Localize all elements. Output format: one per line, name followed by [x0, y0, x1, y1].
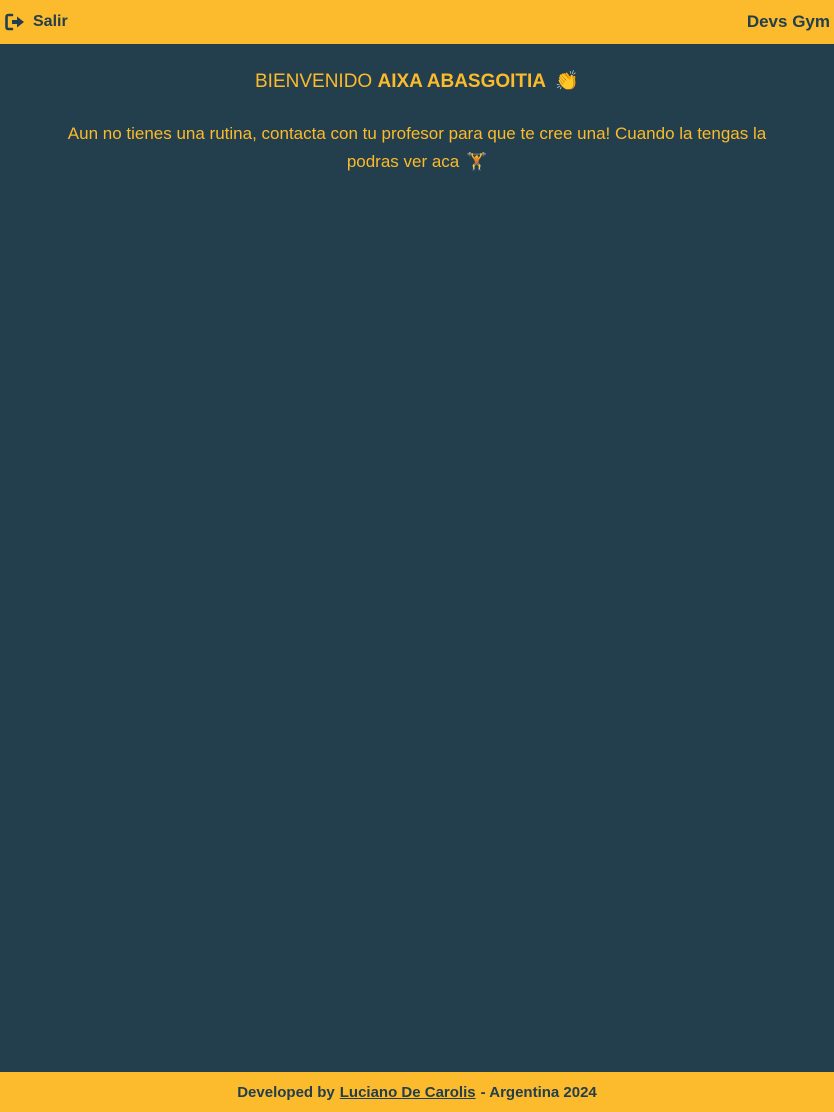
top-bar: Salir Devs Gym: [0, 0, 834, 44]
brand-name: Devs Gym: [746, 12, 830, 31]
no-routine-message: Aun no tienes una rutina, contacta con t…: [40, 120, 794, 176]
logout-button[interactable]: Salir: [4, 12, 68, 32]
footer: Developed by Luciano De Carolis - Argent…: [0, 1072, 834, 1112]
footer-prefix: Developed by: [237, 1083, 335, 1101]
no-routine-text: Aun no tienes una rutina, contacta con t…: [67, 124, 767, 171]
clapping-hands-icon: 👏: [555, 71, 579, 92]
logout-icon: [4, 12, 26, 32]
weightlifter-icon: 🏋: [466, 152, 488, 171]
footer-suffix: - Argentina 2024: [480, 1083, 597, 1101]
logout-label: Salir: [33, 13, 68, 30]
user-name: AIXA ABASGOITIA: [377, 71, 547, 92]
page: Salir Devs Gym BIENVENIDO AIXA ABASGOITI…: [0, 0, 834, 1112]
greeting-prefix: BIENVENIDO: [255, 71, 373, 92]
author-link[interactable]: Luciano De Carolis: [340, 1084, 476, 1101]
welcome-heading: BIENVENIDO AIXA ABASGOITIA 👏: [0, 70, 834, 94]
